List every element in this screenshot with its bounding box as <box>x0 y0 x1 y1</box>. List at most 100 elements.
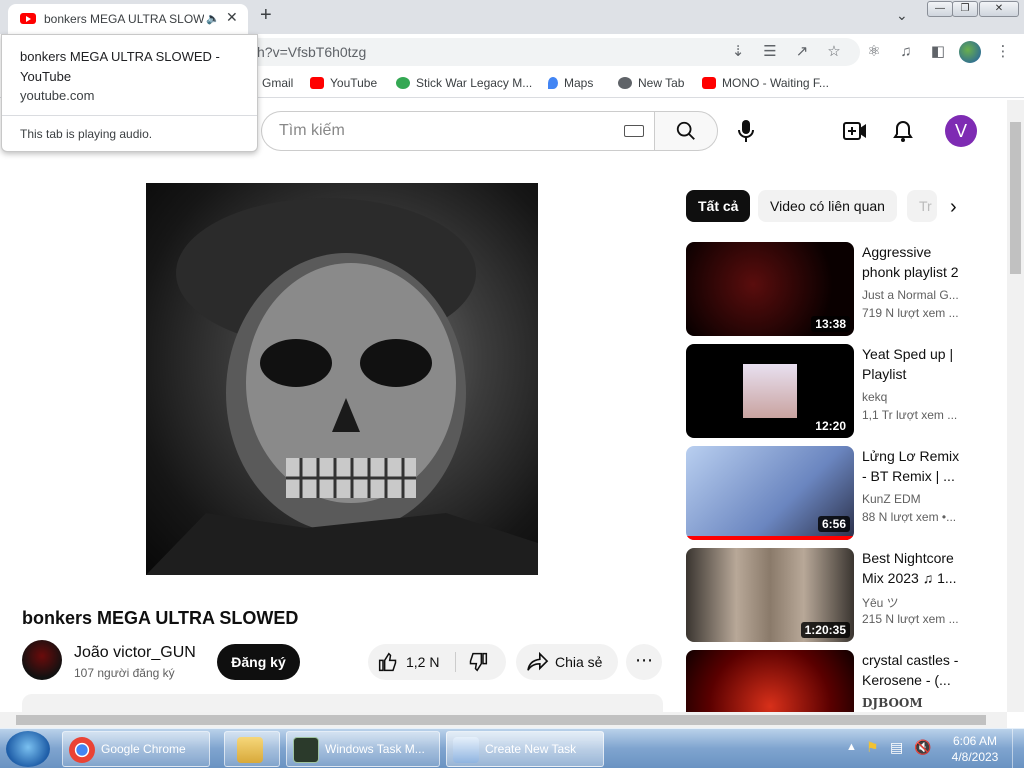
channel-name[interactable]: João victor_GUN <box>74 644 196 662</box>
create-video-icon[interactable] <box>843 121 867 141</box>
minimize-button[interactable]: — <box>927 1 953 17</box>
start-button[interactable] <box>6 731 50 767</box>
related-video-channel[interactable]: Just a Normal G... <box>862 288 962 302</box>
vertical-scrollbar-thumb[interactable] <box>1010 122 1021 274</box>
show-desktop-button[interactable] <box>1012 729 1024 769</box>
volume-muted-icon[interactable]: 🔇 <box>914 739 931 756</box>
dialog-icon <box>453 737 479 763</box>
like-count[interactable]: 1,2 N <box>406 654 439 670</box>
related-video-item[interactable]: 12:20 Yeat Sped up | Playlist kekq 1,1 T… <box>686 344 966 440</box>
search-button[interactable] <box>654 111 718 151</box>
vertical-scrollbar[interactable] <box>1007 100 1024 712</box>
taskbar-label: Google Chrome <box>101 742 186 756</box>
related-video-channel[interactable]: kekq <box>862 390 962 404</box>
related-video-item[interactable]: 6:56 Lửng Lơ Remix - BT Remix | ... KunZ… <box>686 446 966 542</box>
tab-title: bonkers MEGA ULTRA SLOW <box>44 12 204 26</box>
video-thumbnail[interactable]: 13:38 <box>686 242 854 336</box>
maximize-button[interactable]: ❐ <box>952 1 978 17</box>
chip-related-videos[interactable]: Video có liên quan <box>758 190 897 222</box>
system-clock[interactable]: 6:06 AM 4/8/2023 <box>950 733 1000 765</box>
youtube-favicon-icon <box>20 13 36 24</box>
extensions-icon[interactable]: ⚛ <box>864 42 884 62</box>
hover-card-domain: youtube.com <box>20 88 95 103</box>
related-video-item[interactable]: crystal castles - Kerosene - (... DJBOOM <box>686 650 966 712</box>
url-text[interactable]: h?v=VfsbT6h0tzg <box>257 44 366 60</box>
related-video-channel[interactable]: DJBOOM <box>862 696 962 710</box>
notifications-bell-icon[interactable] <box>891 119 915 143</box>
tab-search-chevron-icon[interactable]: ⌄ <box>896 7 908 24</box>
video-thumbnail[interactable]: 6:56 <box>686 446 854 540</box>
video-duration: 1:20:35 <box>800 622 850 638</box>
video-player[interactable] <box>146 183 538 575</box>
clock-date: 4/8/2023 <box>951 750 999 764</box>
related-video-channel[interactable]: Yêu ツ <box>862 594 962 611</box>
chevron-right-icon[interactable]: › <box>950 196 957 219</box>
translate-icon[interactable]: ☰ <box>760 42 780 62</box>
horizontal-scrollbar-thumb[interactable] <box>16 715 986 725</box>
video-thumbnail[interactable] <box>686 650 854 712</box>
microphone-icon[interactable] <box>736 119 756 143</box>
more-actions-button[interactable]: ⋯ <box>626 644 662 680</box>
taskbar-label: Create New Task <box>485 742 577 756</box>
taskbar-item-create-task[interactable]: Create New Task <box>446 731 604 767</box>
share-label: Chia sẻ <box>555 654 603 670</box>
bookmark-mono[interactable]: MONO - Waiting F... <box>702 76 829 90</box>
close-window-button[interactable]: ✕ <box>979 1 1019 17</box>
description-box[interactable] <box>22 694 663 714</box>
horizontal-scrollbar[interactable] <box>0 712 1007 728</box>
bookmark-star-icon[interactable]: ☆ <box>824 42 844 62</box>
chip-all[interactable]: Tất cả <box>686 190 751 222</box>
related-video-title[interactable]: Aggressive phonk playlist 2 <box>862 242 966 282</box>
bookmark-gmail[interactable]: Gmail <box>262 76 293 90</box>
share-page-icon[interactable]: ↗ <box>792 42 812 62</box>
bookmark-youtube[interactable]: YouTube <box>310 76 377 90</box>
subscribe-button[interactable]: Đăng ký <box>217 644 300 680</box>
search-box[interactable]: Tìm kiếm <box>261 111 655 151</box>
folder-icon <box>237 737 263 763</box>
taskbar-item-explorer[interactable] <box>224 731 280 767</box>
related-video-title[interactable]: crystal castles - Kerosene - (... <box>862 650 966 690</box>
video-duration: 13:38 <box>811 316 850 332</box>
related-video-views: 215 N lượt xem ... <box>862 612 959 626</box>
related-video-channel[interactable]: KunZ EDM <box>862 492 962 506</box>
keyboard-icon[interactable] <box>624 125 644 137</box>
chrome-icon <box>69 737 95 763</box>
related-video-title[interactable]: Yeat Sped up | Playlist <box>862 344 966 384</box>
taskbar-item-task-manager[interactable]: Windows Task M... <box>286 731 440 767</box>
account-avatar[interactable]: V <box>945 115 977 147</box>
chrome-menu-icon[interactable]: ⋮ <box>993 42 1013 62</box>
dislike-thumbs-down-icon[interactable] <box>468 652 488 672</box>
bookmark-maps[interactable]: Maps <box>548 76 593 90</box>
bookmark-stick-war[interactable]: Stick War Legacy M... <box>396 76 532 90</box>
tray-expand-icon[interactable]: ▲ <box>846 741 857 753</box>
related-video-item[interactable]: 1:20:35 Best Nightcore Mix 2023 ♫ 1... Y… <box>686 548 966 644</box>
chip-partial[interactable]: Tr <box>907 190 937 222</box>
video-title: bonkers MEGA ULTRA SLOWED <box>22 608 299 628</box>
video-thumbnail[interactable]: 12:20 <box>686 344 854 438</box>
related-video-item[interactable]: 13:38 Aggressive phonk playlist 2 Just a… <box>686 242 966 338</box>
related-video-title[interactable]: Best Nightcore Mix 2023 ♫ 1... <box>862 548 966 588</box>
related-video-views: 719 N lượt xem ... <box>862 306 959 320</box>
taskbar-item-chrome[interactable]: Google Chrome <box>62 731 210 767</box>
tab-strip: bonkers MEGA ULTRA SLOW 🔈 ✕ + ⌄ — ❐ ✕ <box>0 0 1024 34</box>
bookmark-new-tab[interactable]: New Tab <box>618 76 684 90</box>
stick-war-icon <box>396 77 410 89</box>
share-arrow-icon <box>527 652 549 671</box>
search-input[interactable]: Tìm kiếm <box>279 122 345 140</box>
browser-tab[interactable]: bonkers MEGA ULTRA SLOW 🔈 ✕ <box>8 4 248 34</box>
related-video-title[interactable]: Lửng Lơ Remix - BT Remix | ... <box>862 446 966 486</box>
close-tab-icon[interactable]: ✕ <box>226 9 238 26</box>
task-manager-icon <box>293 737 319 763</box>
like-thumbs-up-icon[interactable] <box>378 652 398 672</box>
channel-avatar[interactable] <box>22 640 62 680</box>
media-control-icon[interactable]: ♫ <box>896 42 916 62</box>
speaker-icon[interactable]: 🔈 <box>206 12 220 25</box>
video-thumbnail[interactable]: 1:20:35 <box>686 548 854 642</box>
side-panel-icon[interactable]: ◧ <box>928 42 948 62</box>
profile-avatar-icon[interactable] <box>959 41 981 63</box>
network-icon[interactable]: ▤ <box>890 739 903 756</box>
share-button[interactable]: Chia sẻ <box>516 644 618 680</box>
install-app-icon[interactable]: ⇣ <box>728 42 748 62</box>
new-tab-icon[interactable]: + <box>260 4 272 27</box>
action-center-flag-icon[interactable]: ⚑ <box>866 739 879 756</box>
